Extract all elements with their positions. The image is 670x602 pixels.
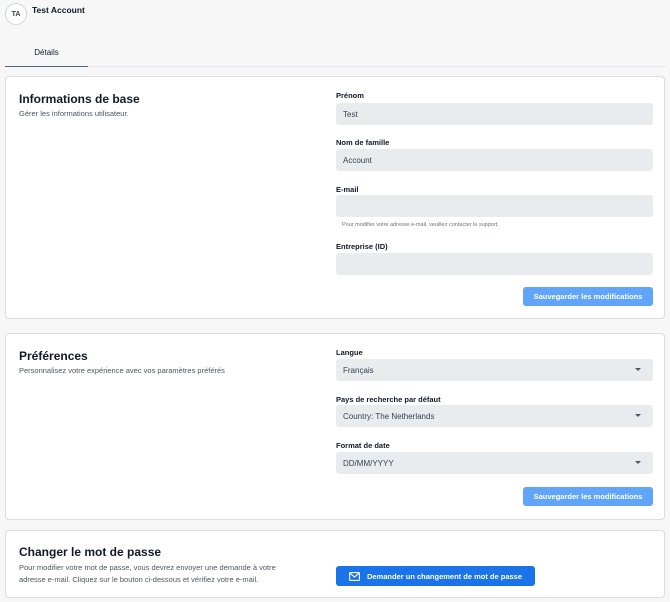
- search-country-label: Pays de recherche par défaut: [336, 395, 441, 404]
- date-format-select[interactable]: DD/MM/YYYY: [336, 452, 653, 474]
- avatar: TA: [5, 3, 27, 25]
- language-select[interactable]: Français: [336, 359, 653, 381]
- language-label: Langue: [336, 348, 363, 357]
- email-label: E-mail: [336, 185, 359, 194]
- request-password-change-button[interactable]: Demander un changement de mot de passe: [336, 566, 535, 586]
- email-field[interactable]: [336, 195, 653, 217]
- preferences-card: Préférences Personnalisez votre expérien…: [5, 333, 665, 520]
- chevron-down-icon: [635, 368, 641, 371]
- basic-info-title: Informations de base: [19, 92, 140, 106]
- first-name-label: Prénom: [336, 91, 364, 100]
- first-name-field[interactable]: Test: [336, 103, 653, 125]
- search-country-value: Country: The Netherlands: [343, 411, 435, 421]
- password-description-line1: Pour modifier votre mot de passe, vous d…: [19, 563, 276, 572]
- last-name-field[interactable]: Account: [336, 149, 653, 171]
- email-hint: Pour modifier votre adresse e-mail, veui…: [342, 222, 499, 228]
- basic-info-subtitle: Gérer les informations utilisateur.: [19, 109, 129, 118]
- account-header: TA Test Account: [0, 0, 670, 38]
- basic-info-card: Informations de base Gérer les informati…: [5, 76, 665, 319]
- company-label: Entreprise (ID): [336, 242, 388, 251]
- request-password-change-label: Demander un changement de mot de passe: [366, 571, 523, 581]
- preferences-title: Préférences: [19, 349, 88, 363]
- date-format-value: DD/MM/YYYY: [343, 458, 394, 468]
- account-name: Test Account: [32, 5, 85, 15]
- password-description-line2: adresse e-mail. Cliquez sur le bouton ci…: [19, 575, 259, 584]
- save-preferences-button[interactable]: Sauvegarder les modifications: [523, 487, 653, 506]
- language-value: Français: [343, 365, 374, 375]
- tab-bar: Détails: [5, 38, 665, 67]
- preferences-subtitle: Personnalisez votre expérience avec vos …: [19, 366, 225, 375]
- last-name-label: Nom de famille: [336, 138, 390, 147]
- chevron-down-icon: [635, 461, 641, 464]
- tab-details[interactable]: Détails: [5, 38, 88, 67]
- date-format-label: Format de date: [336, 441, 390, 450]
- password-card: Changer le mot de passe Pour modifier vo…: [5, 530, 665, 598]
- search-country-select[interactable]: Country: The Netherlands: [336, 405, 653, 427]
- save-basic-info-button[interactable]: Sauvegarder les modifications: [523, 287, 653, 306]
- mail-icon: [349, 571, 360, 581]
- company-field[interactable]: [336, 253, 653, 275]
- chevron-down-icon: [635, 414, 641, 417]
- password-title: Changer le mot de passe: [19, 545, 162, 559]
